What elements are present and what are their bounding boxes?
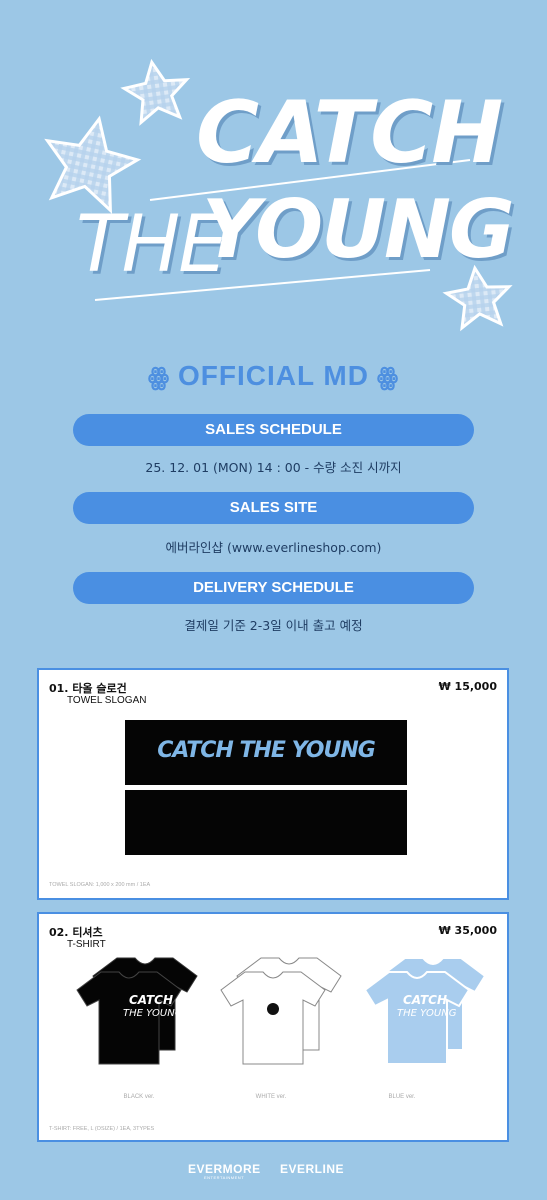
- product-spec: TOWEL SLOGAN: 1,000 x 200 mm / 1EA: [49, 882, 151, 888]
- logo-catch: CATCH: [196, 83, 503, 183]
- product-subname: T-SHIRT: [67, 939, 106, 950]
- tshirt-black-image: CATCH THE YOUNG: [76, 957, 198, 1065]
- delivery-schedule-value: 결제일 기준 2-3일 이내 출고 예정: [184, 618, 363, 633]
- footer-brands: EVERMORE ENTERTAINMENT EVERLINE: [0, 1162, 547, 1180]
- star-icon: [44, 115, 142, 214]
- evermore-sub: ENTERTAINMENT: [204, 1175, 245, 1180]
- svg-text:THE YOUNG: THE YOUNG: [397, 1008, 457, 1019]
- tshirt-white-caption: WHITE ver.: [255, 1094, 287, 1100]
- official-md-heading: ꙮ OFFICIAL MD ꙮ: [0, 360, 547, 392]
- towel-print: CATCH THE YOUNG: [157, 738, 376, 763]
- tshirt-images: CATCH THE YOUNG CATCH THE YOUNG: [76, 957, 486, 1065]
- tshirt-white-image: [220, 957, 342, 1065]
- evermore-logo: EVERMORE: [188, 1162, 261, 1176]
- product-name: 02. 티셔츠: [49, 926, 103, 939]
- tshirt-blue-caption: BLUE ver.: [388, 1094, 416, 1100]
- ornament-icon: ꙮ: [376, 364, 400, 391]
- svg-text:CATCH: CATCH: [129, 993, 173, 1007]
- product-price: ₩ 15,000: [438, 680, 497, 693]
- official-md-label: OFFICIAL MD: [178, 360, 369, 391]
- svg-text:CATCH: CATCH: [403, 993, 447, 1007]
- hero-logo: CATCH THE YOUNG: [0, 0, 547, 350]
- sales-site-pill: SALES SITE: [73, 492, 474, 524]
- product-spec: T-SHIRT: FREE, L (OSIZE) / 1EA, 3TYPES: [49, 1126, 155, 1132]
- sales-schedule-pill: SALES SCHEDULE: [73, 414, 474, 446]
- star-icon: [120, 58, 191, 126]
- product-card-tshirt: 02. 티셔츠 T-SHIRT ₩ 35,000 CATCH THE YOUNG…: [37, 912, 509, 1142]
- sales-schedule-value: 25. 12. 01 (MON) 14 : 00 - 수량 소진 시까지: [145, 460, 402, 475]
- logo-young: YOUNG: [202, 183, 515, 276]
- product-card-towel: 01. 타올 슬로건 TOWEL SLOGAN ₩ 15,000 CATCH T…: [37, 668, 509, 900]
- sales-site-value: 에버라인샵 (www.everlineshop.com): [165, 540, 382, 555]
- ornament-icon: ꙮ: [147, 364, 171, 391]
- product-name: 01. 타올 슬로건: [49, 682, 127, 695]
- tshirt-blue-image: CATCH THE YOUNG: [364, 957, 486, 1065]
- product-price: ₩ 35,000: [438, 924, 497, 937]
- svg-text:THE YOUNG: THE YOUNG: [123, 1008, 183, 1019]
- everline-logo: EVERLINE: [280, 1162, 345, 1176]
- towel-front-image: CATCH THE YOUNG: [125, 720, 407, 785]
- product-subname: TOWEL SLOGAN: [67, 695, 147, 706]
- towel-back-image: [125, 790, 407, 855]
- tshirt-black-caption: BLACK ver.: [123, 1094, 155, 1100]
- delivery-schedule-pill: DELIVERY SCHEDULE: [73, 572, 474, 604]
